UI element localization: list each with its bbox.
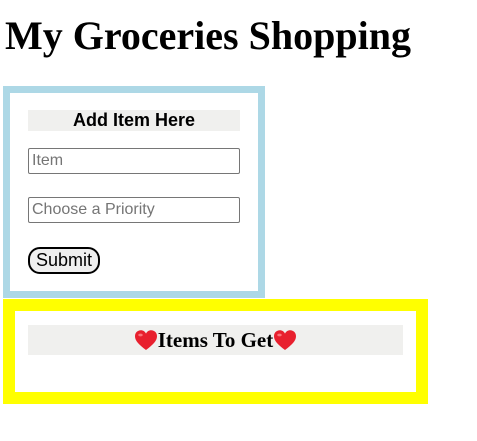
items-to-get-heading: Items To Get — [28, 325, 403, 355]
add-item-heading: Add Item Here — [28, 110, 240, 131]
items-to-get-panel: Items To Get — [3, 299, 428, 404]
submit-button[interactable]: Submit — [28, 247, 101, 274]
heart-icon — [274, 330, 297, 351]
heart-icon — [134, 330, 157, 351]
add-item-panel: Add Item Here Submit — [3, 86, 265, 298]
page-title: My Groceries Shopping — [5, 13, 411, 58]
item-input[interactable] — [28, 148, 240, 174]
items-to-get-label: Items To Get — [157, 328, 274, 352]
priority-input[interactable] — [28, 197, 240, 223]
